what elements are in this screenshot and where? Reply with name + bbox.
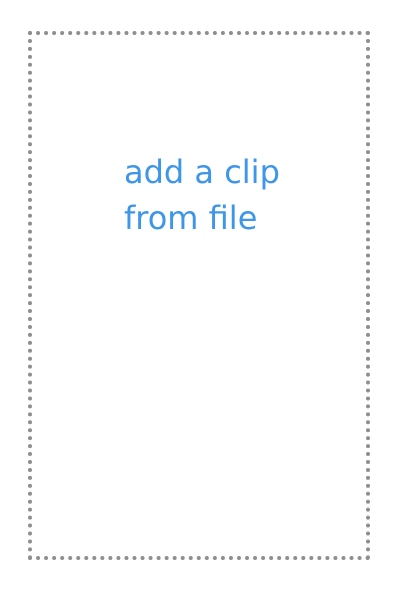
add-clip-label-line-1: add a clip [124, 153, 280, 191]
add-clip-from-file-label: add a clip from file [124, 149, 334, 241]
add-clip-label-line-2: from file [124, 199, 258, 237]
add-clip-dropzone[interactable]: add a clip from file [28, 31, 370, 560]
